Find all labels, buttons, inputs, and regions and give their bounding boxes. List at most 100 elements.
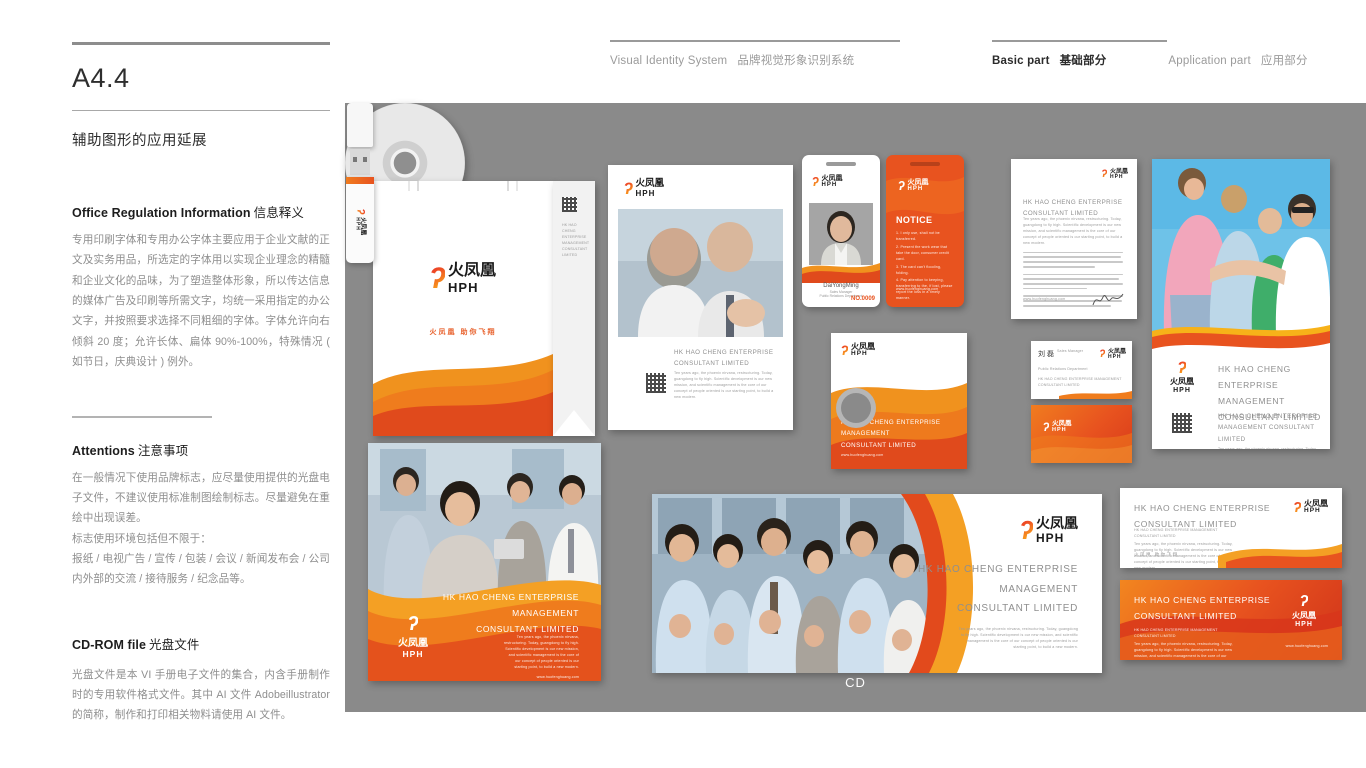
office-company-line1: HK HAO CHENG ENTERPRISE	[442, 592, 579, 602]
card-person-name: 刘 磊	[1038, 351, 1054, 358]
letterhead-footer: www.huofenghuang.com	[1023, 297, 1066, 302]
mockup-bag-side-panel: HK HAO CHENG ENTERPRISE MANAGEMENT CONSU…	[553, 181, 595, 436]
header-vis-label: Visual Identity System 品牌视觉形象识别系统	[610, 52, 900, 68]
mockup-business-card-front: 刘 磊 Sales Manager ʔ 火凤凰 HPH Public Relat…	[1031, 341, 1132, 399]
env1-logo: ʔ 火凤凰 HPH	[1293, 500, 1328, 515]
badge-logo-words: 火凤凰 HPH	[822, 175, 843, 188]
banner-body-copy: Ten years ago, the phoenix nirvana, rest…	[958, 627, 1078, 650]
tab-application-part-cn: 应用部分	[1260, 55, 1308, 67]
phoenix-mark-icon: ʔ	[429, 261, 446, 295]
section-2-paragraph-3: 报纸 / 电视广告 / 宣传 / 包装 / 会议 / 新闻发布会 / 公司内外部…	[72, 553, 330, 586]
logo-en-text: HPH	[1109, 174, 1124, 180]
cd-logo-words: 火凤凰 HPH	[851, 343, 875, 358]
logo-cn-text: 火凤凰	[1036, 515, 1078, 531]
tab-application-part[interactable]: Application part 应用部分	[1168, 52, 1307, 68]
divider-top	[72, 42, 330, 45]
section-3-title: CD-ROM file 光盘文件	[72, 634, 330, 653]
header-vis-en: Visual Identity System	[610, 55, 728, 67]
letterhead-company-line1: HK HAO CHENG ENTERPRISE	[1023, 199, 1123, 206]
divider-section-2	[72, 416, 212, 418]
tab-application-part-en: Application part	[1168, 55, 1251, 67]
cd-website: www.huofenghuang.com	[841, 453, 884, 458]
section-2-paragraph-1: 在一般情况下使用品牌标志，应尽量使用提供的光盘电子文件，不建议使用标准制图绘制标…	[72, 471, 330, 525]
office-poster-company: HK HAO CHENG ENTERPRISE MANAGEMENT CONSU…	[443, 589, 579, 637]
section-3-body: 光盘文件是本 VI 手册电子文件的集合，内含手册制作时的专用软件格式文件。其中 …	[72, 665, 330, 726]
section-3-title-en: CD-ROM file	[72, 637, 147, 652]
logo-en-text: HPH	[1052, 426, 1067, 433]
brochure-photo-businessmen	[618, 209, 783, 337]
phoenix-mark-icon: ʔ	[812, 174, 819, 189]
poster-company-line2: MANAGEMENT	[1218, 396, 1285, 407]
brochure-company-line2: CONSULTANT LIMITED	[674, 360, 750, 368]
logo-en-text: HPH	[1304, 507, 1321, 515]
card-back-wave-graphic	[1031, 433, 1132, 463]
logo-en-text: HPH	[1036, 531, 1065, 545]
card-back-logo: ʔ 火凤凰 HPH	[1043, 420, 1072, 433]
logo-cn-text: 火凤凰	[907, 179, 929, 186]
badge-number: NO.0009	[850, 296, 875, 302]
notice-logo-words: 火凤凰 HPH	[908, 179, 929, 192]
bag-wave-graphic	[373, 354, 553, 436]
logo-en-text: HPH	[1173, 387, 1191, 394]
section-1-title: Office Regulation Information 信息释义	[72, 202, 330, 221]
section-2-title: Attentions 注意事项	[72, 440, 330, 459]
env2-company: HK HAO CHENG ENTERPRISE CONSULTANT LIMIT…	[1134, 592, 1270, 624]
logo-en-text: HPH	[354, 216, 361, 231]
card-back-logo-words: 火凤凰 HPH	[1052, 420, 1072, 433]
poster-footer: HK HAO CHENG ENTERPRISE MANAGEMENT CONSU…	[1218, 411, 1318, 449]
env2-company-full: HK HAO CHENG ENTERPRISE MANAGEMENT CONSU…	[1134, 628, 1218, 638]
phoenix-mark-icon: ʔ	[624, 178, 633, 198]
divider-under-code	[72, 109, 330, 111]
brochure-logo-words: 火凤凰 HPH	[636, 179, 665, 198]
mockup-brochure: ʔ 火凤凰 HPH HK HAO CHENG ENTERPRISE CONSUL…	[608, 165, 793, 430]
logo-en-text: HPH	[1295, 621, 1313, 628]
page-code: A4.4	[72, 62, 130, 93]
usb-stripe	[346, 177, 374, 184]
office-body-copy: Ten years ago, the phoenix nirvana, rest…	[503, 635, 579, 669]
bag-side-company: HK HAO CHENG ENTERPRISE MANAGEMENT CONSU…	[562, 223, 590, 257]
section-2-title-en: Attentions	[72, 443, 135, 458]
bag-logo-words: 火凤凰 HPH	[448, 263, 496, 295]
mockup-envelope-orange: HK HAO CHENG ENTERPRISE CONSULTANT LIMIT…	[1120, 580, 1342, 660]
banner-logo: ʔ 火凤凰 HPH	[1020, 516, 1078, 544]
badge-portrait-photo	[809, 203, 873, 265]
poster-company-line1: HK HAO CHENG ENTERPRISE	[1218, 364, 1291, 391]
logo-cn-text: 火凤凰	[635, 178, 665, 189]
logo-en-text: HPH	[635, 188, 656, 198]
page-title: 辅助图形的应用延展	[72, 133, 207, 149]
env2-logo: ʔ 火凤凰 HPH	[1292, 594, 1316, 629]
notice-website: www.huofenghuang.com	[896, 287, 939, 292]
mockup-office-poster: ʔ 火凤凰 HPH HK HAO CHENG ENTERPRISE MANAGE…	[368, 443, 601, 681]
phoenix-mark-icon: ʔ	[407, 613, 419, 635]
section-1-title-en: Office Regulation Information	[72, 206, 251, 220]
logo-en-text: HPH	[907, 186, 924, 192]
badge-logo: ʔ 火凤凰 HPH	[812, 175, 843, 188]
usb-connector	[350, 149, 370, 175]
env2-company-line2: CONSULTANT LIMITED	[1134, 611, 1237, 622]
phoenix-mark-icon: ʔ	[354, 208, 367, 214]
usb-logo-words: 火凤凰 HPH	[355, 217, 366, 235]
mockup-canvas: ʔ 火凤凰 HPH 火凤凰 助你飞翔 HK HAO CHENG ENTERPRI…	[345, 103, 1366, 712]
letterhead-logo-words: 火凤凰 HPH	[1110, 169, 1128, 180]
section-1-paragraph: 专用印刷字体和专用办公字体主要应用于企业文献的正文及实务用品，所选定的字体用以实…	[72, 234, 330, 368]
vi-manual-page: Visual Identity System 品牌视觉形象识别系统 Basic p…	[0, 0, 1366, 768]
phoenix-mark-icon: ʔ	[1019, 515, 1033, 545]
tab-basic-part[interactable]: Basic part 基础部分	[992, 52, 1106, 68]
banner-company-line3: CONSULTANT LIMITED	[957, 603, 1078, 614]
env2-body-copy: Ten years ago, the phoenix nirvana, rest…	[1134, 641, 1233, 660]
mockup-letterhead: ʔ 火凤凰 HPH HK HAO CHENG ENTERPRISE CONSUL…	[1011, 159, 1137, 319]
logo-cn-text: 火凤凰	[1170, 377, 1194, 386]
poster-body-copy: Ten years ago, the phoenix nirvana, rest…	[1218, 447, 1318, 449]
section-attentions: Attentions 注意事项 在一般情况下使用品牌标志，应尽量使用提供的光盘电子…	[72, 416, 330, 589]
mockup-usb-drive: ʔ 火凤凰 HPH	[345, 103, 375, 383]
qr-code-icon	[1172, 413, 1192, 433]
letterhead-logo: ʔ 火凤凰 HPH	[1101, 169, 1128, 180]
logo-en-text: HPH	[821, 182, 838, 188]
office-company-line2: MANAGEMENT	[512, 608, 579, 619]
bag-logo: ʔ 火凤凰 HPH	[429, 261, 496, 295]
office-poster-logo: ʔ 火凤凰 HPH	[398, 614, 428, 659]
logo-cn-text: 火凤凰	[1292, 611, 1316, 620]
brochure-body: Ten years ago, the phoenix nirvana, rest…	[674, 371, 776, 401]
bag-handle-outer	[408, 181, 518, 191]
qr-code-icon	[562, 197, 577, 212]
